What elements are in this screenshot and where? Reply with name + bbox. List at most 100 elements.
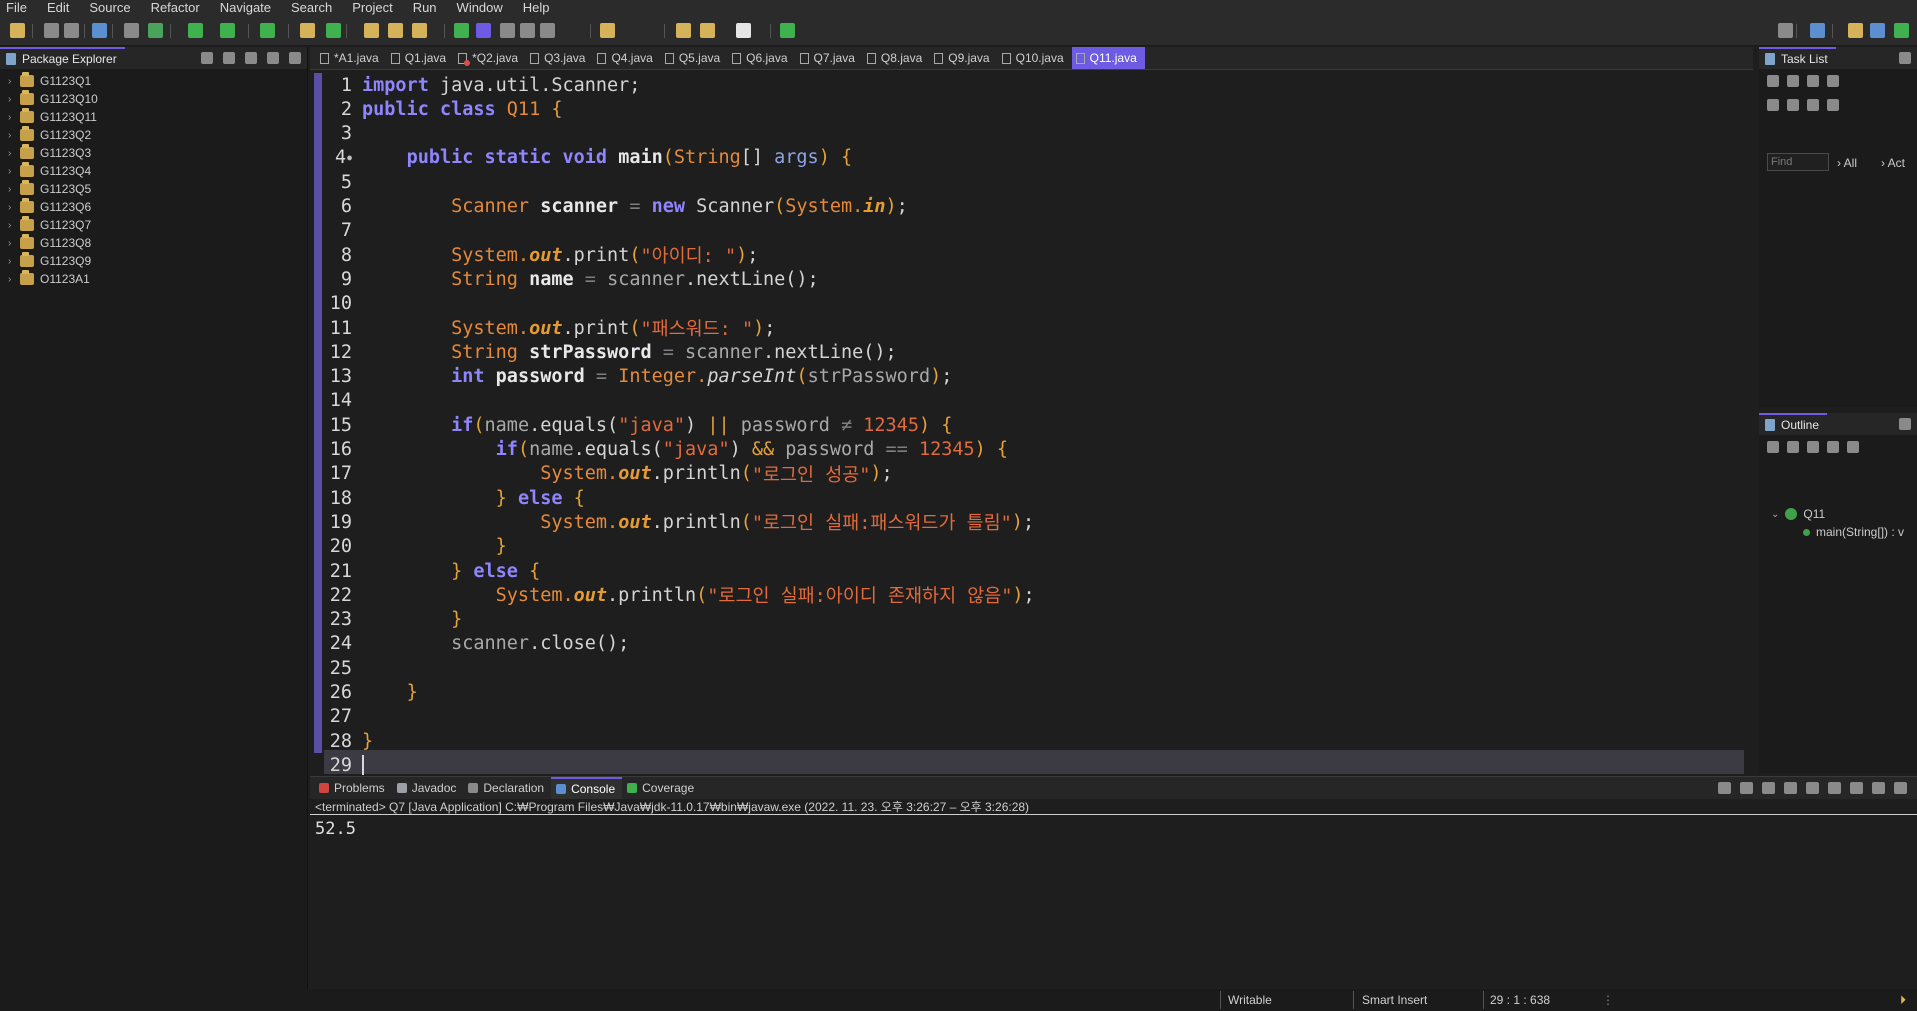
chevron-right-icon[interactable]: › [8,220,20,231]
menu-run[interactable]: Run [413,0,437,16]
chevron-right-icon[interactable]: › [8,76,20,87]
scroll-lock-icon[interactable] [1784,782,1797,794]
coverage-icon[interactable] [220,23,235,38]
external-tools-icon[interactable] [260,23,275,38]
new-java-project-icon[interactable] [300,23,315,38]
word-wrap-icon[interactable] [520,23,535,38]
project-item[interactable]: › G1123Q1 [0,72,307,90]
editor-tab[interactable]: Q10.java [998,47,1072,69]
java-perspective-icon[interactable] [1848,23,1863,38]
project-item[interactable]: › G1123Q3 [0,144,307,162]
menu-source[interactable]: Source [89,0,130,16]
code-line[interactable]: 12 String strPassword = scanner .nextLine… [324,340,897,364]
project-item[interactable]: › G1123Q9 [0,252,307,270]
git-perspective-icon[interactable] [1894,23,1909,38]
tab-declaration[interactable]: Declaration [463,777,551,799]
terminal-icon[interactable] [92,23,107,38]
status-more-icon[interactable]: ⋮ [1602,993,1614,1007]
back-icon[interactable] [676,23,691,38]
save-icon[interactable] [44,23,59,38]
editor-tab[interactable]: Q8.java [863,47,930,69]
next-edit-icon[interactable] [736,23,751,38]
hide-nonpublic-icon[interactable] [1847,441,1859,453]
categorize-icon[interactable] [1787,75,1799,87]
sync-icon[interactable] [1767,99,1779,111]
display-console-icon[interactable] [1850,782,1863,794]
open-perspective-icon[interactable] [1810,23,1825,38]
hide-fields-icon[interactable] [1807,441,1819,453]
tab-outline[interactable]: Outline [1759,413,1828,435]
code-line[interactable]: 27 [324,705,362,729]
toggle-mark-icon[interactable] [454,23,469,38]
tab-problems[interactable]: Problems [314,777,392,799]
code-line[interactable]: 10 [324,292,362,316]
new-icon[interactable] [10,23,25,38]
project-item[interactable]: › G1123Q4 [0,162,307,180]
project-item[interactable]: › G1123Q8 [0,234,307,252]
focus-icon[interactable] [1827,75,1839,87]
save-all-icon[interactable] [64,23,79,38]
status-insert-mode[interactable]: Smart Insert [1362,993,1427,1007]
code-line[interactable]: 5 [324,170,362,194]
chevron-right-icon[interactable]: › [8,166,20,177]
collapse-all-icon[interactable] [1767,441,1779,453]
code-line[interactable]: 16 if(name .equals("java") && password ==… [324,438,1008,462]
editor-tab[interactable]: Q11.java [1071,47,1145,69]
chevron-right-icon[interactable]: › [8,148,20,159]
project-item[interactable]: › G1123Q7 [0,216,307,234]
project-item[interactable]: › G1123Q10 [0,90,307,108]
chevron-right-icon[interactable]: › [8,256,20,267]
menu-refactor[interactable]: Refactor [151,0,200,16]
open-console-icon[interactable] [1872,782,1885,794]
menu-file[interactable]: File [6,0,27,16]
open-task-icon[interactable] [388,23,403,38]
outline-class-item[interactable]: ⌄ Q11 [1771,507,1825,521]
code-line[interactable]: 8 System. out .print("아이디: "); [324,243,759,268]
search-icon[interactable] [1778,23,1793,38]
code-line[interactable]: 23 } [324,608,463,632]
editor-tab[interactable]: Q3.java [526,47,593,69]
code-line[interactable]: 24 scanner .close(); [324,632,630,656]
code-line[interactable]: 3 [324,122,362,146]
menu-window[interactable]: Window [457,0,503,16]
link-with-editor-icon[interactable] [223,52,235,64]
tab-task-list[interactable]: Task List [1759,47,1836,69]
editor-tab[interactable]: Q5.java [661,47,728,69]
code-line[interactable]: 14 [324,389,362,413]
menu-project[interactable]: Project [352,0,392,16]
new-task-icon[interactable] [1767,75,1779,87]
menu-navigate[interactable]: Navigate [220,0,271,16]
skip-breakpoints-icon[interactable] [124,23,139,38]
project-item[interactable]: › G1123Q6 [0,198,307,216]
editor-tab[interactable]: Q4.java [593,47,660,69]
code-line[interactable]: 13 int password = Integer. parseInt(strPa… [324,365,953,389]
code-line[interactable]: 1 import java.util.Scanner; [324,73,641,97]
lightbulb-icon[interactable]: ⏵ [1900,993,1906,1008]
whitespace-icon[interactable] [540,23,555,38]
chevron-right-icon[interactable]: › [8,202,20,213]
tab-console[interactable]: Console [551,777,623,799]
menu-search[interactable]: Search [291,0,332,16]
tab-package-explorer[interactable]: Package Explorer [0,47,125,69]
code-line[interactable]: 18 } else { [324,486,585,510]
code-line[interactable]: 11 System. out .print("패스워드: "); [324,316,776,341]
chevron-right-icon[interactable]: › [8,112,20,123]
tab-javadoc[interactable]: Javadoc [392,777,464,799]
highlight-icon[interactable] [476,23,491,38]
minimize-icon[interactable] [1894,782,1907,794]
pin-editor-icon[interactable] [780,23,795,38]
filter-icon[interactable] [245,52,257,64]
project-item[interactable]: › G1123Q2 [0,126,307,144]
menu-help[interactable]: Help [523,0,550,16]
code-line[interactable]: 9 String name = scanner .nextLine(); [324,267,819,291]
code-line[interactable]: 17 System. out .println("로그인 성공"); [324,462,893,486]
minimize-icon[interactable] [1899,418,1911,430]
editor-tab[interactable]: Q7.java [796,47,863,69]
collapse-all-icon[interactable] [201,52,213,64]
chevron-right-icon[interactable]: › [8,184,20,195]
open-type-icon[interactable] [364,23,379,38]
minimize-icon[interactable] [1899,52,1911,64]
menu-edit[interactable]: Edit [47,0,69,16]
code-line[interactable]: 25 [324,656,362,680]
console-output[interactable]: 52.5 [310,815,1917,839]
